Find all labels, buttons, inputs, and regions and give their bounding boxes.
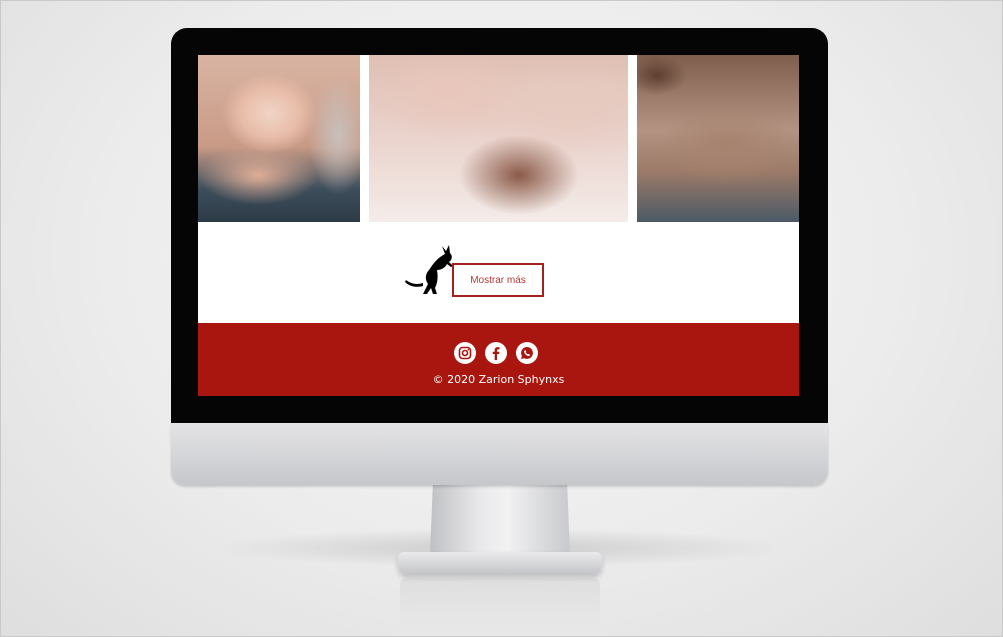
show-more-button[interactable]: Mostrar más	[452, 263, 544, 297]
copyright-text: © 2020 Zarion Sphynxs	[432, 373, 565, 386]
monitor-chin	[171, 423, 828, 485]
cat-silhouette-logo	[405, 245, 453, 294]
social-links	[454, 342, 538, 364]
stand-reflection	[400, 578, 600, 628]
gallery-photo-skin[interactable]	[637, 55, 799, 222]
monitor-stand-base	[398, 552, 602, 574]
monitor-stand-neck	[430, 485, 570, 555]
gallery-photo-sleeping[interactable]	[369, 55, 628, 222]
website-screen: Mostrar más © 2020 Zarion Sphynxs	[198, 55, 799, 396]
site-footer: © 2020 Zarion Sphynxs	[198, 323, 799, 396]
facebook-icon[interactable]	[485, 342, 507, 364]
gallery-photo-kitten[interactable]	[198, 55, 360, 222]
whatsapp-icon[interactable]	[516, 342, 538, 364]
instagram-icon[interactable]	[454, 342, 476, 364]
